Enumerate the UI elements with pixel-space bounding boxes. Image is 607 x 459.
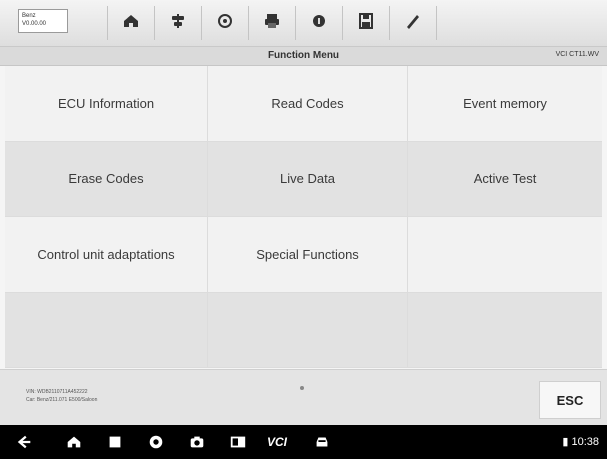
data-logging-button[interactable] <box>389 6 437 40</box>
back-icon[interactable] <box>14 433 34 451</box>
display-toggle-icon[interactable] <box>228 433 248 451</box>
page-title: Function Menu <box>267 50 340 61</box>
toolbar-button-group <box>107 6 437 40</box>
status-area: ▮ 10:38 <box>562 435 599 448</box>
menu-item-empty <box>5 292 208 368</box>
recent-apps-icon[interactable] <box>105 433 125 451</box>
vehicle-make: Benz <box>22 13 36 19</box>
browser-icon[interactable] <box>146 433 166 451</box>
save-icon <box>356 11 376 36</box>
menu-item-active-test[interactable]: Active Test <box>408 141 602 217</box>
menu-item-erase-codes[interactable]: Erase Codes <box>5 141 208 217</box>
vehicle-swap-icon <box>168 11 188 36</box>
vin-text: VIN: WDB2110711A452222 <box>26 389 88 395</box>
vehicle-version: V0.00.00 <box>22 21 47 27</box>
camera-icon[interactable] <box>187 433 207 451</box>
menu-item-event-memory[interactable]: Event memory <box>408 66 602 142</box>
function-menu-grid: ECU Information Read Codes Event memory … <box>5 66 602 368</box>
menu-item-empty <box>408 217 602 293</box>
vci-label: VCI <box>266 435 287 449</box>
help-icon <box>309 11 329 36</box>
function-menu-titlebar: Function Menu VCI CT11.WV <box>0 47 607 66</box>
pen-icon <box>403 11 423 36</box>
menu-item-ecu-information[interactable]: ECU Information <box>5 66 208 142</box>
save-button[interactable] <box>342 6 389 40</box>
menu-item-read-codes[interactable]: Read Codes <box>208 66 408 142</box>
top-toolbar: Benz V0.00.00 <box>0 0 607 47</box>
menu-item-live-data[interactable]: Live Data <box>208 141 408 217</box>
help-button[interactable] <box>295 6 342 40</box>
home-icon <box>121 11 141 36</box>
gear-icon <box>215 11 235 36</box>
car-icon[interactable] <box>312 433 332 451</box>
printer-icon <box>262 11 282 36</box>
vehicle-info-box: Benz V0.00.00 <box>18 9 68 33</box>
menu-item-empty <box>208 292 408 368</box>
android-navigation-bar: VCI ▮ 10:38 <box>0 425 607 459</box>
esc-button[interactable]: ESC <box>539 381 601 419</box>
vci-shortcut-icon[interactable]: VCI <box>262 433 292 451</box>
home-icon[interactable] <box>64 433 84 451</box>
clock: 10:38 <box>571 436 599 448</box>
settings-button[interactable] <box>201 6 248 40</box>
page-indicator-dot <box>300 386 304 390</box>
home-button[interactable] <box>107 6 154 40</box>
vehicle-details: VIN: WDB2110711A452222 Car: Benz/211.071… <box>26 388 97 404</box>
vci-status: VCI CT11.WV <box>555 51 599 58</box>
print-button[interactable] <box>248 6 295 40</box>
car-text: Car: Benz/211.071 E500/Saloon <box>26 397 98 403</box>
footer-bar: VIN: WDB2110711A452222 Car: Benz/211.071… <box>0 369 607 426</box>
vehicle-swap-button[interactable] <box>154 6 201 40</box>
menu-item-control-unit-adaptations[interactable]: Control unit adaptations <box>5 217 208 293</box>
menu-item-empty <box>408 292 602 368</box>
signal-icon: ▮ <box>562 436 569 448</box>
menu-item-special-functions[interactable]: Special Functions <box>208 217 408 293</box>
